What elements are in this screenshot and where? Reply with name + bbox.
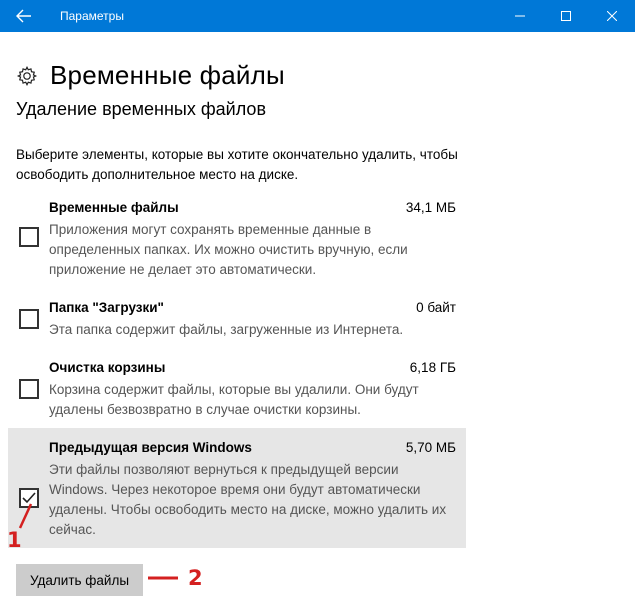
item-name: Временные файлы [49,200,179,215]
item-description: Приложения могут сохранять временные дан… [49,222,408,277]
close-button[interactable] [589,0,635,32]
delete-files-button[interactable]: Удалить файлы [16,564,144,596]
maximize-button[interactable] [543,0,589,32]
item-name: Предыдущая версия Windows [49,440,252,455]
item-size: 34,1 МБ [405,200,456,215]
minimize-button[interactable] [497,0,543,32]
item-size: 6,18 ГБ [409,360,456,375]
maximize-icon [561,11,571,21]
item-downloads-folder: Папка "Загрузки" 0 байт Эта папка содерж… [16,300,466,344]
item-size: 5,70 МБ [405,440,456,455]
item-size: 0 байт [416,300,456,315]
close-icon [607,11,617,21]
item-description: Эти файлы позволяют вернуться к предыдущ… [49,462,447,537]
window-title: Параметры [60,9,124,23]
window-controls [497,0,635,32]
annotation-marker-1: 1 [7,528,22,552]
item-description: Корзина содержит файлы, которые вы удали… [49,382,419,417]
back-button[interactable] [0,0,48,32]
page-title: Временные файлы [50,60,285,90]
item-description: Эта папка содержит файлы, загруженные из… [49,322,404,337]
title-bar: Параметры [0,0,635,32]
back-arrow-icon [16,9,31,23]
checkbox-previous-windows[interactable] [19,488,39,508]
annotation-marker-2: 2 [188,566,203,590]
section-description: Выберите элементы, которые вы хотите око… [16,147,458,182]
checkmark-icon [22,492,36,504]
checkbox-recycle-bin[interactable] [19,379,39,399]
minimize-icon [515,15,525,17]
item-name: Папка "Загрузки" [49,300,164,315]
gear-icon [16,65,38,86]
item-temp-files: Временные файлы 34,1 МБ Приложения могут… [16,200,466,284]
page-header: Временные файлы [16,60,285,91]
item-previous-windows: Предыдущая версия Windows 5,70 МБ Эти фа… [8,428,466,548]
checkbox-temp-files[interactable] [19,227,39,247]
section-title: Удаление временных файлов [16,99,267,119]
item-recycle-bin: Очистка корзины 6,18 ГБ Корзина содержит… [16,360,466,424]
item-name: Очистка корзины [49,360,166,375]
checkbox-downloads-folder[interactable] [19,309,39,329]
